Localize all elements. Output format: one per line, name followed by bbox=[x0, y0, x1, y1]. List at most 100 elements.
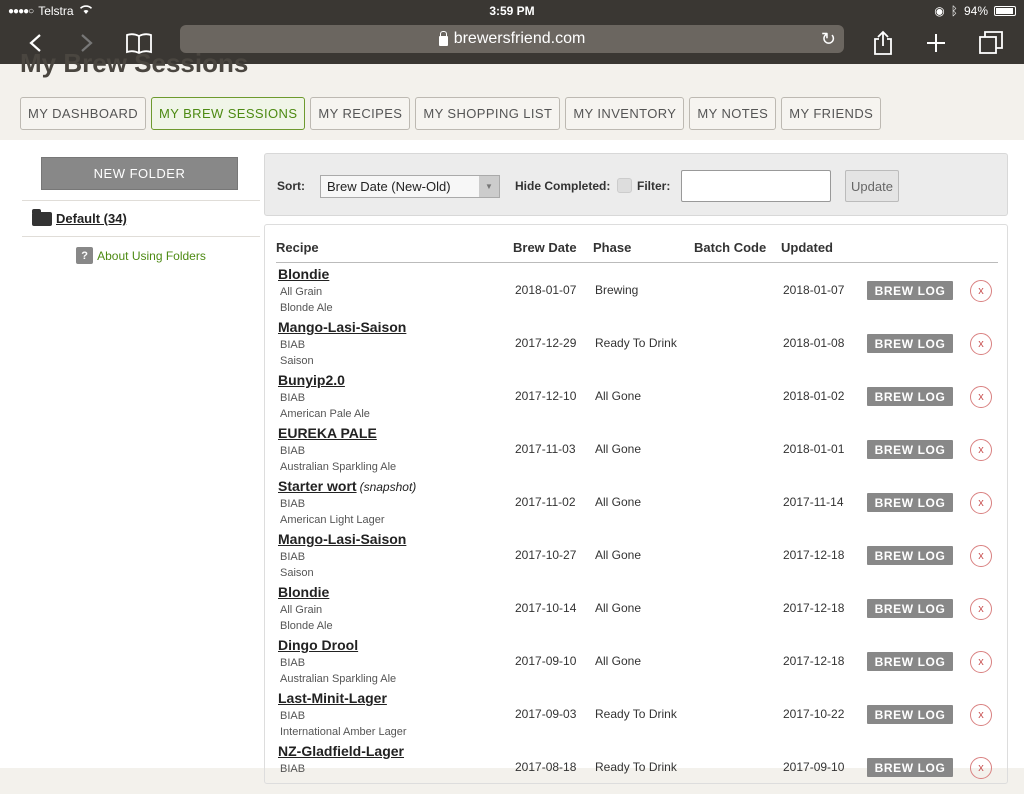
brew-log-button[interactable]: BREW LOG bbox=[867, 493, 953, 512]
tab-dashboard[interactable]: MY DASHBOARD bbox=[20, 97, 147, 130]
status-bar: ●●●●○ Telstra 3:59 PM ◉ ᛒ 94% bbox=[0, 0, 1024, 22]
header-brew-date[interactable]: Brew Date bbox=[513, 240, 577, 255]
delete-icon[interactable]: x bbox=[970, 545, 992, 567]
brew-log-button[interactable]: BREW LOG bbox=[867, 705, 953, 724]
page-title: My Brew Sessions bbox=[20, 48, 249, 78]
recipe-link[interactable]: Blondie bbox=[278, 266, 329, 282]
brew-date: 2017-12-10 bbox=[515, 389, 577, 403]
updated-date: 2018-01-07 bbox=[783, 283, 845, 297]
delete-icon[interactable]: x bbox=[970, 333, 992, 355]
recipe-type: BIAB bbox=[280, 498, 306, 510]
sort-dropdown[interactable]: Brew Date (New-Old) ▼ bbox=[320, 175, 500, 198]
about-folders-link[interactable]: ? About Using Folders bbox=[22, 247, 260, 264]
recipe-type: BIAB bbox=[280, 551, 306, 563]
updated-date: 2017-10-22 bbox=[783, 707, 845, 721]
brew-date: 2017-10-14 bbox=[515, 601, 577, 615]
rotation-lock-icon: ◉ bbox=[934, 4, 945, 18]
recipe-link[interactable]: Bunyip2.0 bbox=[278, 372, 345, 388]
recipe-style: Saison bbox=[280, 567, 314, 579]
brew-log-button[interactable]: BREW LOG bbox=[867, 334, 953, 353]
brew-log-button[interactable]: BREW LOG bbox=[867, 599, 953, 618]
battery-percent: 94% bbox=[963, 4, 988, 18]
hide-completed-checkbox[interactable] bbox=[617, 178, 632, 193]
folder-sidebar: NEW FOLDER Default (34) ? About Using Fo… bbox=[22, 157, 260, 264]
brew-log-button[interactable]: BREW LOG bbox=[867, 281, 953, 300]
recipe-style: American Light Lager bbox=[280, 514, 385, 526]
phase: All Gone bbox=[595, 548, 642, 562]
recipe-link[interactable]: Starter wort bbox=[278, 478, 357, 494]
update-button[interactable]: Update bbox=[845, 170, 899, 202]
filter-bar: Sort: Brew Date (New-Old) ▼ Hide Complet… bbox=[264, 153, 1008, 216]
recipe-link[interactable]: Last-Minit-Lager bbox=[278, 690, 387, 706]
tab-inventory[interactable]: MY INVENTORY bbox=[565, 97, 685, 130]
recipe-type: All Grain bbox=[280, 604, 323, 616]
delete-icon[interactable]: x bbox=[970, 439, 992, 461]
recipe-type: BIAB bbox=[280, 392, 306, 404]
recipe-link[interactable]: Dingo Drool bbox=[278, 637, 358, 653]
tabs-button[interactable] bbox=[974, 26, 1008, 60]
recipe-link[interactable]: NZ-Gladfield-Lager bbox=[278, 743, 404, 759]
updated-date: 2017-09-10 bbox=[783, 760, 845, 774]
tab-friends[interactable]: MY FRIENDS bbox=[781, 97, 882, 130]
recipe-link[interactable]: EUREKA PALE bbox=[278, 425, 377, 441]
table-row: Mango-Lasi-Saison BIAB Saison 2017-12-29 Rea… bbox=[265, 317, 1009, 370]
recipe-link[interactable]: Mango-Lasi-Saison bbox=[278, 319, 406, 335]
phase: All Gone bbox=[595, 442, 642, 456]
delete-icon[interactable]: x bbox=[970, 386, 992, 408]
brew-log-button[interactable]: BREW LOG bbox=[867, 546, 953, 565]
brew-log-button[interactable]: BREW LOG bbox=[867, 387, 953, 406]
updated-date: 2018-01-02 bbox=[783, 389, 845, 403]
brew-log-button[interactable]: BREW LOG bbox=[867, 652, 953, 671]
updated-date: 2017-12-18 bbox=[783, 548, 845, 562]
about-folders-label[interactable]: About Using Folders bbox=[97, 249, 206, 263]
table-row: Bunyip2.0 BIAB American Pale Ale 2017-12-10… bbox=[265, 370, 1009, 423]
address-bar[interactable]: brewersfriend.com ↻ bbox=[180, 25, 844, 53]
share-button[interactable] bbox=[866, 26, 900, 60]
delete-icon[interactable]: x bbox=[970, 651, 992, 673]
tabs-icon bbox=[979, 31, 1003, 54]
tab-notes[interactable]: MY NOTES bbox=[689, 97, 777, 130]
delete-icon[interactable]: x bbox=[970, 280, 992, 302]
header-recipe[interactable]: Recipe bbox=[276, 240, 319, 255]
delete-icon[interactable]: x bbox=[970, 757, 992, 779]
hide-completed-label: Hide Completed: bbox=[515, 179, 611, 193]
content-area: NEW FOLDER Default (34) ? About Using Fo… bbox=[0, 140, 1024, 784]
header-batch-code[interactable]: Batch Code bbox=[694, 240, 766, 255]
plus-icon bbox=[927, 34, 945, 52]
brew-date: 2017-11-02 bbox=[515, 495, 576, 509]
recipe-link[interactable]: Mango-Lasi-Saison bbox=[278, 531, 406, 547]
recipe-name: Starter wort (snapshot) bbox=[278, 478, 416, 494]
delete-icon[interactable]: x bbox=[970, 492, 992, 514]
recipe-type: BIAB bbox=[280, 339, 306, 351]
delete-icon[interactable]: x bbox=[970, 704, 992, 726]
header-updated[interactable]: Updated bbox=[781, 240, 833, 255]
phase: All Gone bbox=[595, 389, 642, 403]
tab-recipes[interactable]: MY RECIPES bbox=[310, 97, 411, 130]
main-nav-tabs: MY DASHBOARD MY BREW SESSIONS MY RECIPES… bbox=[20, 97, 882, 130]
table-row: Mango-Lasi-Saison BIAB Saison 2017-10-27 All… bbox=[265, 529, 1009, 582]
new-tab-button[interactable] bbox=[919, 26, 953, 60]
updated-date: 2017-11-14 bbox=[783, 495, 844, 509]
recipe-link[interactable]: Blondie bbox=[278, 584, 329, 600]
brew-sessions-table: Recipe Brew Date Phase Batch Code Update… bbox=[264, 224, 1008, 784]
brew-log-button[interactable]: BREW LOG bbox=[867, 440, 953, 459]
folder-default[interactable]: Default (34) bbox=[22, 201, 260, 236]
table-row: Last-Minit-Lager BIAB International Amber … bbox=[265, 688, 1009, 741]
divider bbox=[22, 236, 260, 237]
recipe-name: Mango-Lasi-Saison bbox=[278, 319, 409, 335]
updated-date: 2018-01-01 bbox=[783, 442, 845, 456]
folder-label[interactable]: Default (34) bbox=[56, 211, 127, 226]
battery-icon bbox=[994, 6, 1016, 16]
header-phase[interactable]: Phase bbox=[593, 240, 631, 255]
tab-shopping-list[interactable]: MY SHOPPING LIST bbox=[415, 97, 561, 130]
delete-icon[interactable]: x bbox=[970, 598, 992, 620]
new-folder-button[interactable]: NEW FOLDER bbox=[41, 157, 238, 190]
recipe-name: EUREKA PALE bbox=[278, 425, 380, 441]
filter-input[interactable] bbox=[681, 170, 831, 202]
table-row: EUREKA PALE BIAB Australian Sparkling Ale 2… bbox=[265, 423, 1009, 476]
tab-brew-sessions[interactable]: MY BREW SESSIONS bbox=[151, 97, 306, 130]
phase: Ready To Drink bbox=[595, 707, 677, 721]
sort-label: Sort: bbox=[277, 179, 305, 193]
updated-date: 2017-12-18 bbox=[783, 654, 845, 668]
reload-icon[interactable]: ↻ bbox=[821, 29, 836, 50]
